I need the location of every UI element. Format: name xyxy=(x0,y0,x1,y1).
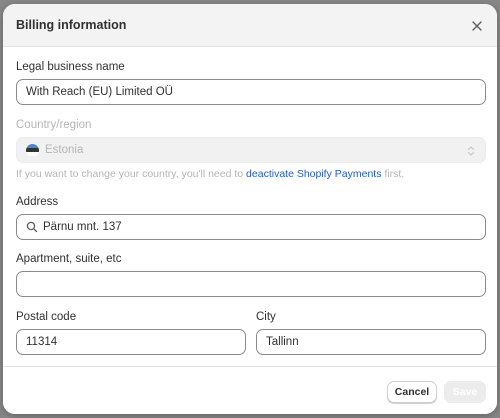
dialog-header: Billing information xyxy=(3,4,497,47)
close-icon xyxy=(472,21,482,31)
city-label: City xyxy=(256,311,276,323)
apartment-input[interactable] xyxy=(16,271,486,297)
cancel-button[interactable]: Cancel xyxy=(387,381,437,403)
legal-name-input[interactable]: With Reach (EU) Limited OÜ xyxy=(16,79,486,105)
city-input[interactable]: Tallinn xyxy=(256,329,486,355)
country-select[interactable]: Estonia xyxy=(16,137,486,163)
postal-code-label: Postal code xyxy=(16,311,77,323)
help-prefix: If you want to change your country, you'… xyxy=(16,168,244,180)
country-label: Country/region xyxy=(16,119,92,131)
city-value: Tallinn xyxy=(266,336,299,348)
address-input[interactable]: Pärnu mnt. 137 xyxy=(16,214,486,240)
legal-name-label: Legal business name xyxy=(16,61,125,73)
dialog-footer: Cancel Save xyxy=(3,366,497,414)
dialog-title: Billing information xyxy=(16,18,127,32)
help-suffix: first. xyxy=(384,168,405,180)
country-help-text: If you want to change your country, you'… xyxy=(16,168,404,180)
select-chevron-icon xyxy=(467,146,475,156)
address-value: Pärnu mnt. 137 xyxy=(43,221,122,233)
country-value: Estonia xyxy=(45,144,84,156)
legal-name-value: With Reach (EU) Limited OÜ xyxy=(26,86,173,98)
postal-code-input[interactable]: 11314 xyxy=(16,329,246,355)
address-label: Address xyxy=(16,196,59,208)
close-button[interactable] xyxy=(467,16,487,36)
apartment-label: Apartment, suite, etc xyxy=(16,253,122,265)
deactivate-shopify-payments-link[interactable]: deactivate Shopify Payments xyxy=(246,168,381,180)
billing-information-dialog: Billing information Legal business name … xyxy=(3,4,497,414)
save-button[interactable]: Save xyxy=(444,381,486,403)
estonia-flag-icon xyxy=(26,143,39,157)
search-icon xyxy=(26,221,38,233)
postal-code-value: 11314 xyxy=(26,336,58,348)
